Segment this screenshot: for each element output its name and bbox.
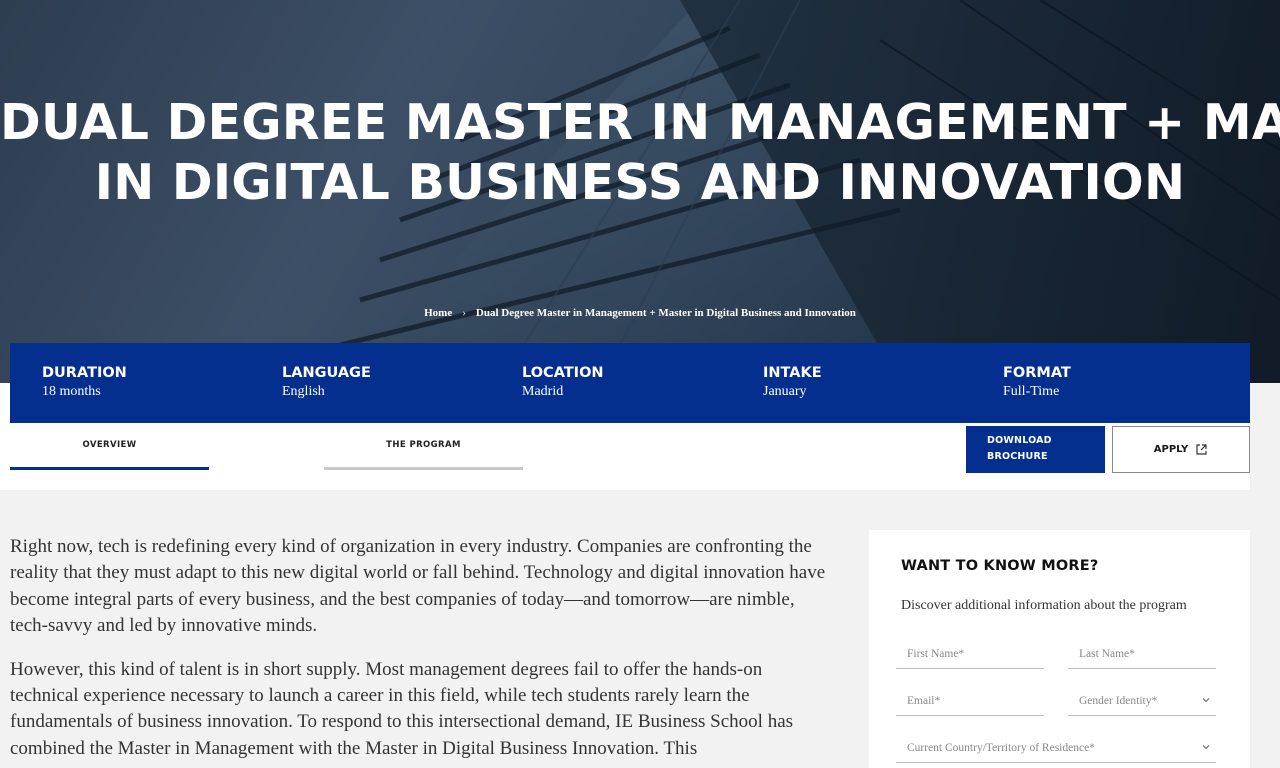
apply-button-label: APPLY [1153,444,1189,455]
info-intake-label: INTAKE [763,365,822,381]
email-field[interactable]: Email* [896,692,1044,716]
info-language-label: LANGUAGE [282,365,371,381]
external-link-icon [1196,444,1207,455]
program-overview-text: Right now, tech is redefining every kind… [10,534,830,768]
tab-overview[interactable]: OVERVIEW [10,426,209,470]
info-location-value: Madrid [522,384,564,399]
download-brochure-label-line-1: DOWNLOAD [987,435,1052,446]
page-title: DUAL DEGREE MASTER IN MANAGEMENT + MASTE… [0,93,1280,213]
apply-button[interactable]: APPLY [1112,426,1250,473]
first-name-field[interactable]: First Name* [896,645,1044,669]
form-subtitle: Discover additional information about th… [901,598,1187,613]
info-format-label: FORMAT [1003,365,1071,381]
hero-banner: DUAL DEGREE MASTER IN MANAGEMENT + MASTE… [0,0,1280,383]
tab-the-program[interactable]: THE PROGRAM [324,426,523,470]
overview-paragraph-2: However, this kind of talent is in short… [10,658,794,759]
chevron-right-icon: › [462,307,466,319]
form-title: WANT TO KNOW MORE? [901,558,1099,574]
info-format-value: Full-Time [1003,384,1060,399]
breadcrumb-home-link[interactable]: Home [424,307,452,319]
gender-identity-placeholder: Gender Identity* [1079,695,1158,707]
info-duration-label: DURATION [42,365,127,381]
chevron-down-icon [1202,698,1210,703]
last-name-field[interactable]: Last Name* [1068,645,1216,669]
program-info-bar: DURATION 18 months LANGUAGE English LOCA… [10,343,1250,423]
info-location-label: LOCATION [522,365,604,381]
download-brochure-button[interactable]: DOWNLOAD BROCHURE [966,426,1105,473]
gender-identity-select[interactable]: Gender Identity* [1068,692,1216,716]
info-language: LANGUAGE English [282,363,502,401]
country-of-residence-select[interactable]: Current Country/Territory of Residence* [896,739,1216,763]
info-duration: DURATION 18 months [42,363,262,401]
info-language-value: English [282,384,325,399]
breadcrumb-current: Dual Degree Master in Management + Maste… [475,307,856,319]
info-request-form: WANT TO KNOW MORE? Discover additional i… [869,530,1250,768]
info-intake-value: January [763,384,807,399]
info-duration-value: 18 months [42,384,101,399]
download-brochure-label-line-2: BROCHURE [987,451,1048,462]
overview-paragraph-1: Right now, tech is redefining every kind… [10,536,826,637]
info-format: FORMAT Full-Time [1003,363,1223,401]
page-title-line-2: IN DIGITAL BUSINESS AND INNOVATION [94,154,1186,211]
page-title-line-1: DUAL DEGREE MASTER IN MANAGEMENT + MASTE… [0,94,1280,151]
breadcrumb: Home › Dual Degree Master in Management + … [0,307,1280,319]
country-of-residence-placeholder: Current Country/Territory of Residence* [907,742,1095,754]
info-location: LOCATION Madrid [522,363,742,401]
info-intake: INTAKE January [763,363,983,401]
chevron-down-icon [1202,745,1210,750]
